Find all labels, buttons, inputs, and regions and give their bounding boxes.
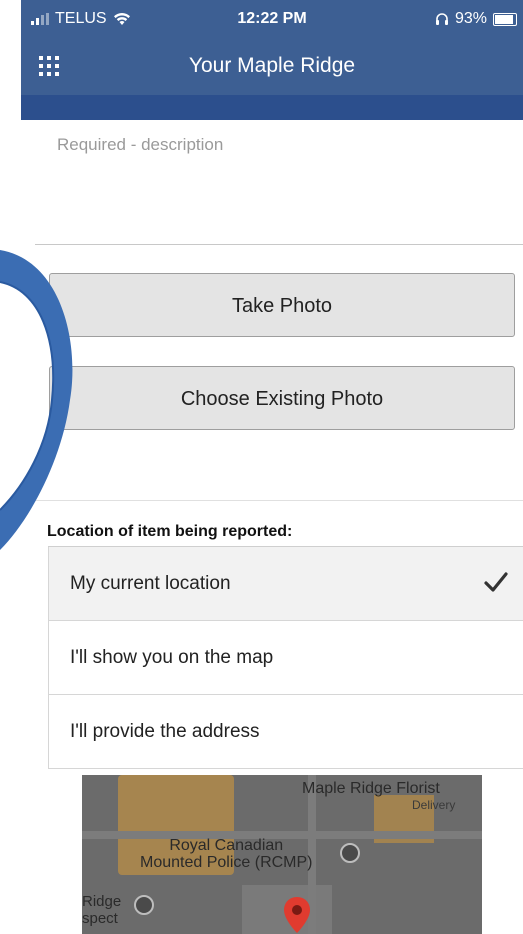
take-photo-button[interactable]: Take Photo <box>49 273 515 337</box>
police-poi-icon[interactable] <box>340 843 360 863</box>
status-right: 93% <box>435 10 517 28</box>
location-option-label: I'll provide the address <box>70 721 260 742</box>
description-field[interactable]: Required - description <box>35 120 523 245</box>
map-label-florist-sub: Delivery <box>412 798 456 812</box>
location-option-address[interactable]: I'll provide the address <box>48 695 523 769</box>
location-header: Location of item being reported: <box>35 500 523 547</box>
page-title: Your Maple Ridge <box>188 54 356 77</box>
location-option-current[interactable]: My current location <box>48 547 523 621</box>
location-pin-icon[interactable] <box>282 895 312 934</box>
photo-section: Take Photo Choose Existing Photo <box>35 245 523 500</box>
location-option-map[interactable]: I'll show you on the map <box>48 621 523 695</box>
map-label-florist: Maple Ridge Florist <box>302 780 440 797</box>
map-label-rcmp: Royal Canadian Mounted Police (RCMP) <box>140 837 313 871</box>
nav-bar: Your Maple Ridge <box>21 38 523 95</box>
location-options: My current location I'll show you on the… <box>48 546 523 769</box>
choose-existing-photo-button[interactable]: Choose Existing Photo <box>49 366 515 430</box>
battery-icon <box>493 12 517 26</box>
headphones-icon <box>435 13 448 25</box>
location-option-label: I'll show you on the map <box>70 647 274 668</box>
description-placeholder: Required - description <box>57 135 224 154</box>
location-heading: Location of item being reported: <box>47 523 293 540</box>
phone-screen: TELUS 12:22 PM 93% Your Maple Ridge Requ… <box>0 0 523 934</box>
map-label-ridge: Ridge spect <box>82 893 122 927</box>
status-bar: TELUS 12:22 PM 93% <box>21 0 523 38</box>
battery-percent: 93% <box>454 10 487 27</box>
museum-poi-icon[interactable] <box>134 895 154 915</box>
header-strip <box>21 95 523 120</box>
location-option-label: My current location <box>70 573 231 594</box>
map-view[interactable]: Maple Ridge Florist Delivery Royal Canad… <box>82 775 482 934</box>
left-edge <box>0 0 21 934</box>
app-window: TELUS 12:22 PM 93% Your Maple Ridge Requ… <box>21 0 523 934</box>
checkmark-icon <box>484 572 508 592</box>
